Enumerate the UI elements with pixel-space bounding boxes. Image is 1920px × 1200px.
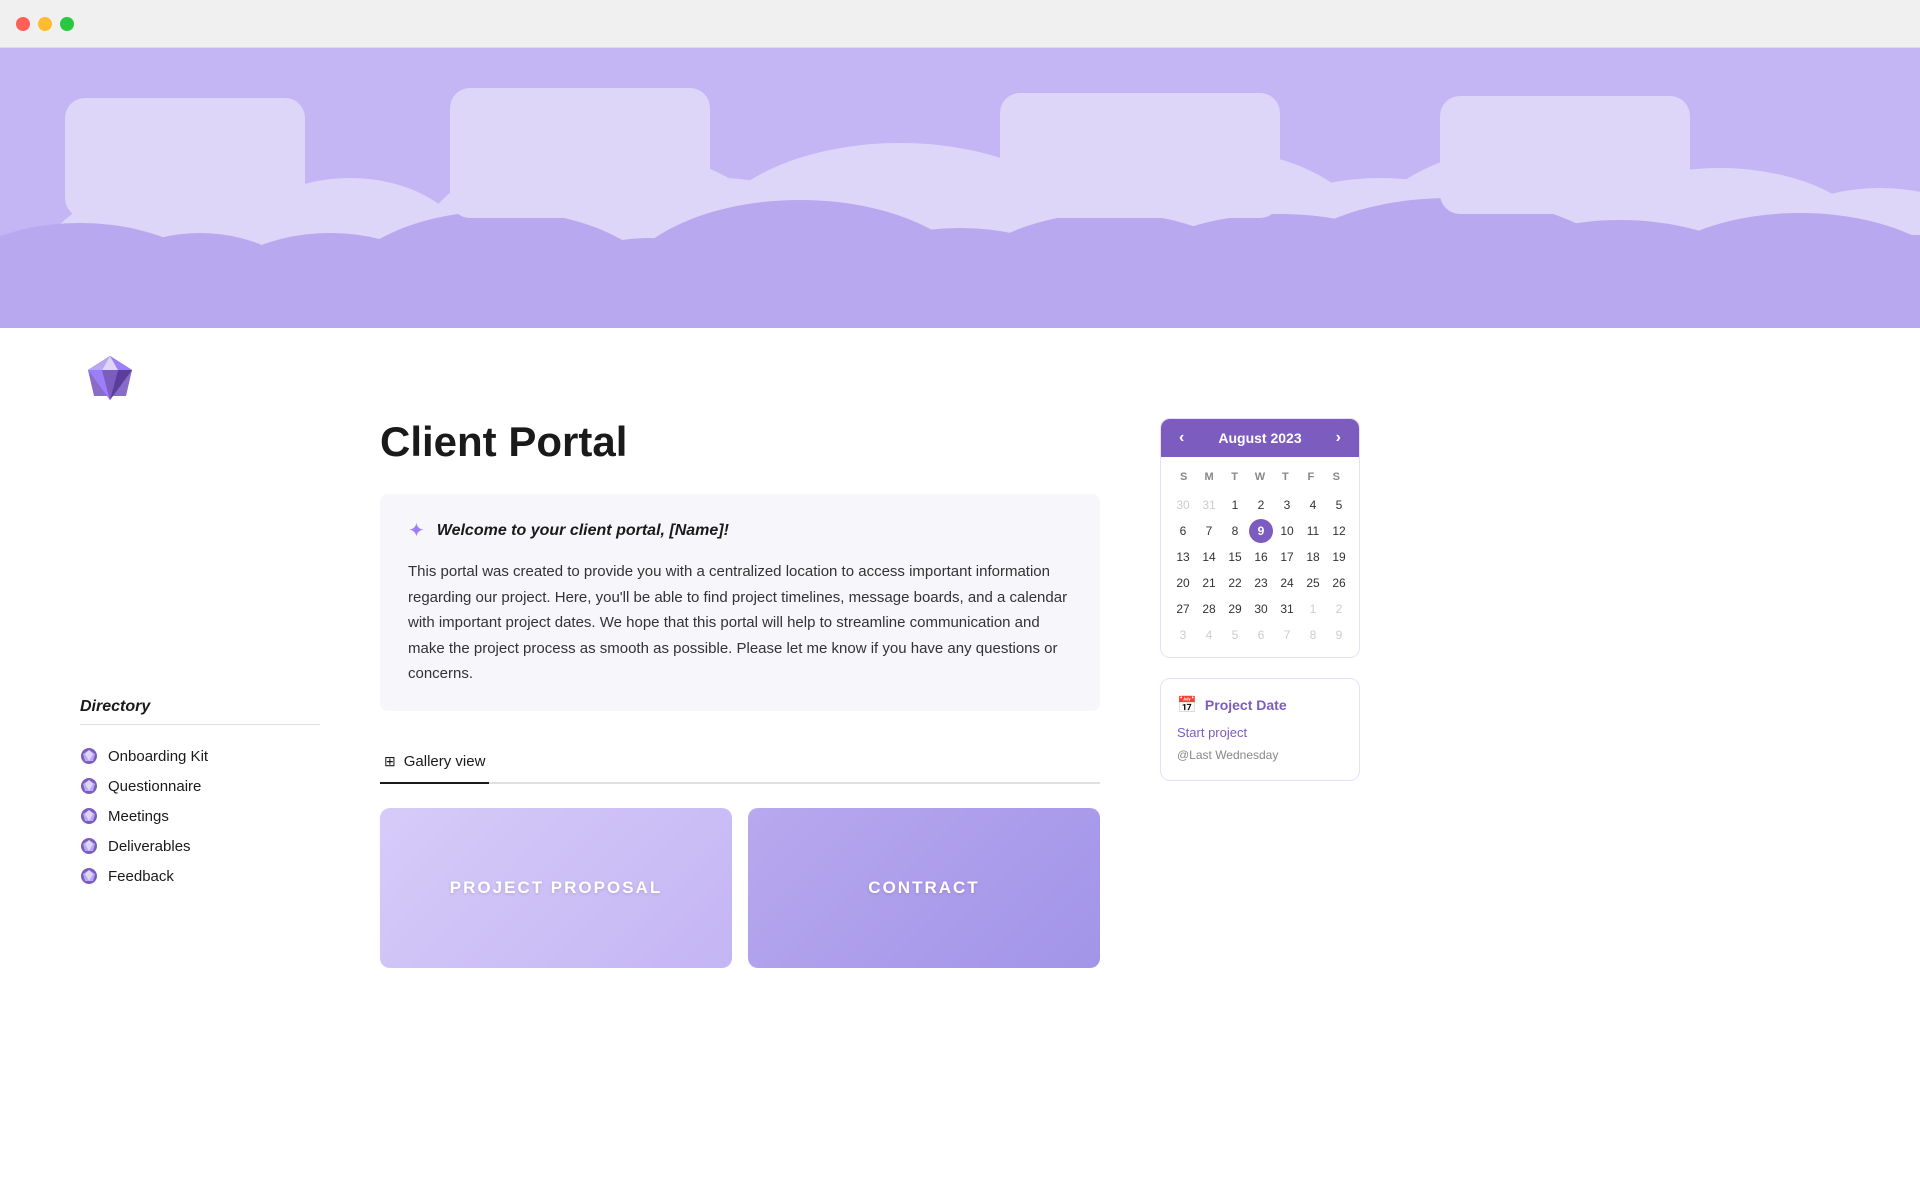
calendar-day[interactable]: 6 [1249,623,1273,647]
calendar-day[interactable]: 4 [1197,623,1221,647]
project-date-widget: 📅 Project Date Start project @Last Wedne… [1160,678,1360,781]
calendar-day[interactable]: 3 [1275,493,1299,517]
window-chrome [0,0,1920,48]
day-header-w: W [1247,467,1272,487]
calendar-day[interactable]: 26 [1327,571,1351,595]
welcome-body: This portal was created to provide you w… [408,559,1072,687]
page-title: Client Portal [380,418,1100,466]
calendar-day[interactable]: 12 [1327,519,1351,543]
contract-card[interactable]: CONTRACT [748,808,1100,968]
day-header-t1: T [1222,467,1247,487]
calendar-day[interactable]: 9 [1249,519,1273,543]
calendar-day[interactable]: 11 [1301,519,1325,543]
sidebar-item-deliverables[interactable]: Deliverables [80,831,320,861]
right-sidebar: ‹ August 2023 › S M T W T F S 3031123456… [1160,418,1360,968]
calendar-month-label: August 2023 [1218,430,1301,446]
sidebar-title: Directory [80,698,320,725]
calendar-day[interactable]: 6 [1171,519,1195,543]
calendar-day[interactable]: 7 [1197,519,1221,543]
day-header-t2: T [1273,467,1298,487]
calendar-day[interactable]: 20 [1171,571,1195,595]
calendar-days: 3031123456789101112131415161718192021222… [1171,493,1349,647]
calendar-day[interactable]: 25 [1301,571,1325,595]
calendar-day[interactable]: 30 [1249,597,1273,621]
center-content: Client Portal ✦ Welcome to your client p… [380,418,1100,968]
day-header-s1: S [1171,467,1196,487]
calendar-day[interactable]: 10 [1275,519,1299,543]
calendar-day[interactable]: 2 [1327,597,1351,621]
calendar-day[interactable]: 31 [1275,597,1299,621]
gallery-grid-icon: ⊞ [384,753,396,770]
calendar-day[interactable]: 19 [1327,545,1351,569]
calendar-day[interactable]: 7 [1275,623,1299,647]
sidebar-item-questionnaire[interactable]: Questionnaire [80,771,320,801]
calendar-day[interactable]: 23 [1249,571,1273,595]
calendar-day[interactable]: 2 [1249,493,1273,517]
close-button[interactable] [16,17,30,31]
day-header-s2: S [1324,467,1349,487]
calendar-icon: 📅 [1177,695,1197,715]
calendar-day[interactable]: 28 [1197,597,1221,621]
calendar-day[interactable]: 15 [1223,545,1247,569]
gem-icon [80,777,98,795]
gem-icon [80,747,98,765]
calendar-day[interactable]: 17 [1275,545,1299,569]
welcome-box: ✦ Welcome to your client portal, [Name]!… [380,494,1100,711]
sun-icon: ✦ [408,518,425,543]
calendar-day[interactable]: 29 [1223,597,1247,621]
calendar-day[interactable]: 30 [1171,493,1195,517]
project-date-sub: @Last Wednesday [1177,746,1343,764]
day-header-f: F [1298,467,1323,487]
calendar-widget: ‹ August 2023 › S M T W T F S 3031123456… [1160,418,1360,658]
calendar-day[interactable]: 22 [1223,571,1247,595]
maximize-button[interactable] [60,17,74,31]
calendar-day[interactable]: 1 [1301,597,1325,621]
calendar-day-headers: S M T W T F S [1171,467,1349,487]
diamond-icon [80,348,140,408]
calendar-next-button[interactable]: › [1332,429,1345,447]
calendar-day[interactable]: 21 [1197,571,1221,595]
calendar-day[interactable]: 18 [1301,545,1325,569]
contract-label: CONTRACT [868,878,979,898]
gallery-view-tab[interactable]: ⊞ Gallery view [380,743,489,784]
calendar-day[interactable]: 16 [1249,545,1273,569]
calendar-day[interactable]: 1 [1223,493,1247,517]
diamond-area [0,328,1920,408]
calendar-day[interactable]: 14 [1197,545,1221,569]
project-date-title: Project Date [1205,697,1287,713]
day-header-m: M [1196,467,1221,487]
sidebar-item-onboarding[interactable]: Onboarding Kit [80,741,320,771]
minimize-button[interactable] [38,17,52,31]
calendar-day[interactable]: 5 [1327,493,1351,517]
calendar-day[interactable]: 4 [1301,493,1325,517]
sidebar: Directory Onboarding Kit Questionnaire [80,418,320,968]
gem-icon [80,807,98,825]
calendar-day[interactable]: 8 [1301,623,1325,647]
gem-icon [80,867,98,885]
calendar-day[interactable]: 5 [1223,623,1247,647]
gem-icon [80,837,98,855]
project-proposal-card[interactable]: PROJECT PROPOSAL [380,808,732,968]
start-project-link[interactable]: Start project [1177,725,1343,740]
calendar-day[interactable]: 9 [1327,623,1351,647]
welcome-header: ✦ Welcome to your client portal, [Name]! [408,518,1072,543]
calendar-day[interactable]: 31 [1197,493,1221,517]
calendar-day[interactable]: 13 [1171,545,1195,569]
calendar-day[interactable]: 3 [1171,623,1195,647]
calendar-prev-button[interactable]: ‹ [1175,429,1188,447]
calendar-day[interactable]: 8 [1223,519,1247,543]
calendar-header: ‹ August 2023 › [1161,419,1359,457]
project-date-header: 📅 Project Date [1177,695,1343,715]
calendar-day[interactable]: 24 [1275,571,1299,595]
calendar-grid: S M T W T F S 30311234567891011121314151… [1161,457,1359,657]
welcome-title: Welcome to your client portal, [Name]! [437,522,729,540]
sidebar-item-meetings[interactable]: Meetings [80,801,320,831]
gallery-tabs: ⊞ Gallery view [380,743,1100,784]
sidebar-item-feedback[interactable]: Feedback [80,861,320,891]
gallery-cards: PROJECT PROPOSAL CONTRACT [380,808,1100,968]
proposal-label: PROJECT PROPOSAL [450,878,662,898]
banner [0,48,1920,328]
calendar-day[interactable]: 27 [1171,597,1195,621]
